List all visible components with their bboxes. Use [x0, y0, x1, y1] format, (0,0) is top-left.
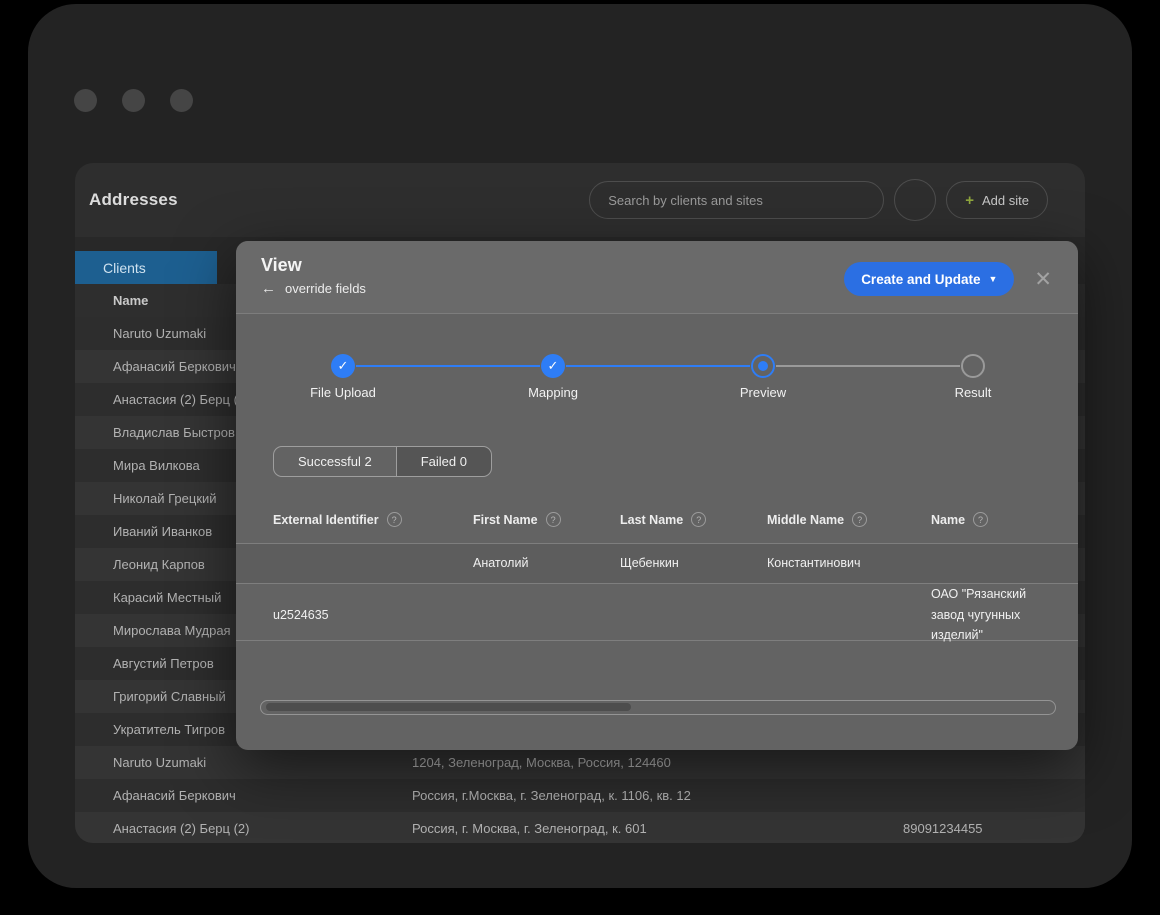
chevron-down-icon: ▼	[988, 274, 997, 284]
col-external-identifier: External Identifier	[273, 513, 379, 527]
table-row[interactable]: Анастасия (2) Берц (2)Россия, г. Москва,…	[75, 812, 1085, 843]
result-tabs: Successful 2 Failed 0	[273, 446, 492, 477]
client-name: Анастасия (2) Берц (2)	[113, 821, 412, 836]
col-first-name: First Name	[473, 513, 538, 527]
help-icon[interactable]: ?	[973, 512, 988, 527]
cell-first-name: Анатолий	[473, 553, 620, 574]
page-title: Addresses	[89, 190, 178, 210]
cell-name: ОАО "Рязанский завод чугунных изделий"	[931, 584, 1052, 646]
preview-row[interactable]: Анатолий Щебенкин Константинович	[236, 544, 1078, 584]
add-site-button[interactable]: + Add site	[946, 181, 1048, 219]
preview-row[interactable]: u2524635 ОАО "Рязанский завод чугунных и…	[236, 584, 1078, 641]
client-address: Россия, г. Москва, г. Зеленоград, к. 601	[412, 821, 903, 836]
client-phone: 89091234455	[903, 821, 1085, 836]
step-result[interactable]: Result	[868, 354, 1078, 400]
col-name: Name	[931, 513, 965, 527]
tab-failed[interactable]: Failed 0	[396, 447, 491, 476]
col-last-name: Last Name	[620, 513, 683, 527]
tab-clients-label: Clients	[103, 260, 146, 276]
titlebar: Addresses Search by clients and sites + …	[75, 163, 1085, 237]
table-row[interactable]: Naruto Uzumaki1204, Зеленоград, Москва, …	[75, 746, 1085, 779]
import-stepper: ✓ File Upload ✓ Mapping Preview Result	[237, 354, 1077, 400]
plus-icon: +	[965, 192, 974, 209]
step-mapping[interactable]: ✓ Mapping	[448, 354, 658, 400]
close-icon[interactable]: ✕	[1028, 267, 1058, 292]
client-address: Россия, г.Москва, г. Зеленоград, к. 1106…	[412, 788, 903, 803]
col-middle-name: Middle Name	[767, 513, 844, 527]
client-name: Афанасий Беркович	[113, 788, 412, 803]
window-dot-1[interactable]	[74, 89, 97, 112]
help-icon[interactable]: ?	[546, 512, 561, 527]
create-and-update-label: Create and Update	[861, 272, 980, 287]
back-arrow-icon[interactable]: ←	[261, 280, 276, 297]
active-step-dot-icon	[751, 354, 775, 378]
help-icon[interactable]: ?	[852, 512, 867, 527]
table-row[interactable]: Афанасий БерковичРоссия, г.Москва, г. Зе…	[75, 779, 1085, 812]
check-icon: ✓	[338, 358, 349, 374]
add-site-label: Add site	[982, 193, 1029, 208]
step-label: Preview	[740, 385, 786, 400]
preview-table-header: External Identifier? First Name? Last Na…	[236, 496, 1078, 544]
client-address: 1204, Зеленоград, Москва, Россия, 124460	[412, 755, 903, 770]
icon-button[interactable]	[894, 179, 936, 221]
search-input[interactable]: Search by clients and sites	[589, 181, 884, 219]
modal-header: View ← override fields Create and Update…	[236, 241, 1078, 314]
cell-middle-name: Константинович	[767, 553, 931, 574]
window-controls	[74, 89, 193, 112]
check-icon: ✓	[548, 358, 559, 374]
step-file-upload[interactable]: ✓ File Upload	[238, 354, 448, 400]
create-and-update-button[interactable]: Create and Update ▼	[844, 262, 1014, 296]
help-icon[interactable]: ?	[387, 512, 402, 527]
pending-step-dot-icon	[961, 354, 985, 378]
step-label: File Upload	[310, 385, 376, 400]
step-label: Result	[955, 385, 992, 400]
cell-last-name: Щебенкин	[620, 553, 767, 574]
scrollbar-thumb[interactable]	[266, 703, 631, 711]
tab-clients[interactable]: Clients	[75, 251, 217, 284]
import-preview-modal: View ← override fields Create and Update…	[236, 241, 1078, 750]
horizontal-scrollbar[interactable]	[260, 700, 1056, 715]
search-placeholder: Search by clients and sites	[608, 193, 763, 208]
help-icon[interactable]: ?	[691, 512, 706, 527]
client-name: Naruto Uzumaki	[113, 755, 412, 770]
step-preview[interactable]: Preview	[658, 354, 868, 400]
step-label: Mapping	[528, 385, 578, 400]
cell-external-identifier: u2524635	[273, 605, 473, 626]
breadcrumb[interactable]: override fields	[285, 281, 366, 296]
preview-table: External Identifier? First Name? Last Na…	[236, 496, 1078, 641]
window-dot-3[interactable]	[170, 89, 193, 112]
tab-successful[interactable]: Successful 2	[274, 447, 396, 476]
app-window-frame: Addresses Search by clients and sites + …	[28, 4, 1132, 888]
window-dot-2[interactable]	[122, 89, 145, 112]
